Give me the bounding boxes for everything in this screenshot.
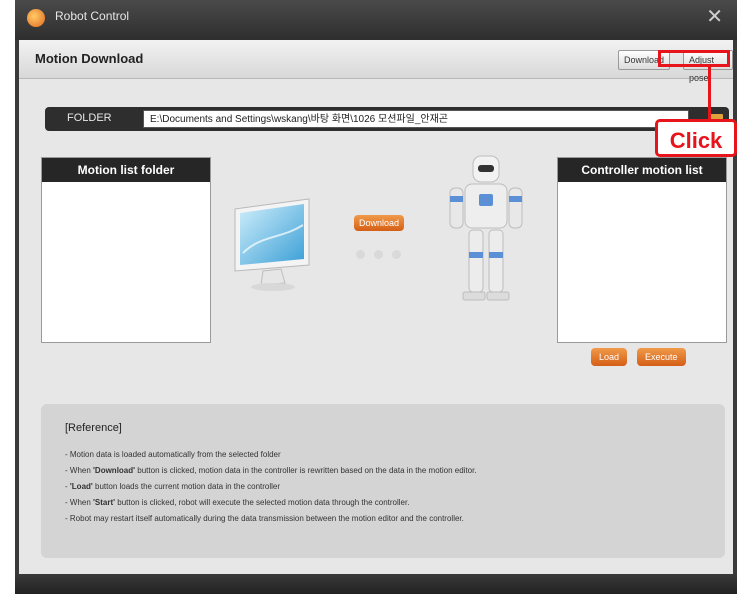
center-download-button[interactable]: Download bbox=[354, 215, 405, 231]
window-title: Robot Control bbox=[55, 9, 130, 23]
reference-title: [Reference] bbox=[65, 422, 122, 434]
app-logo-icon bbox=[27, 9, 45, 27]
folder-path-field[interactable]: E:\Documents and Settings\wskang\바탕 화면\1… bbox=[143, 110, 689, 128]
title-bar[interactable]: Robot Control ✕ bbox=[15, 0, 737, 40]
click-highlight-box bbox=[658, 50, 730, 67]
reference-line: - 'Load' button loads the current motion… bbox=[65, 482, 281, 491]
reference-line: - When 'Download' button is clicked, mot… bbox=[65, 466, 477, 475]
load-button[interactable]: Load bbox=[591, 348, 628, 366]
execute-button[interactable]: Execute bbox=[637, 348, 686, 366]
click-callout-label: Click bbox=[655, 119, 737, 157]
page-title: Motion Download bbox=[35, 51, 144, 66]
reference-list: - Motion data is loaded automatically fr… bbox=[65, 447, 477, 527]
motion-list-folder-title: Motion list folder bbox=[42, 158, 210, 182]
computer-monitor-icon bbox=[234, 198, 310, 291]
controller-motion-list-panel[interactable]: Controller motion list bbox=[557, 157, 727, 343]
folder-label: FOLDER bbox=[67, 112, 112, 124]
bottom-status-bar bbox=[15, 574, 737, 594]
progress-dot-2 bbox=[374, 250, 383, 259]
controller-motion-list-title: Controller motion list bbox=[558, 158, 726, 182]
reference-line: - Motion data is loaded automatically fr… bbox=[65, 450, 281, 459]
progress-dot-3 bbox=[392, 250, 401, 259]
humanoid-robot-icon bbox=[449, 155, 523, 301]
reference-line: - Robot may restart itself automatically… bbox=[65, 514, 464, 523]
close-icon[interactable]: ✕ bbox=[706, 4, 723, 28]
main-content: Motion Download Download Adjust pose FOL… bbox=[19, 40, 733, 574]
callout-connector-line bbox=[708, 67, 711, 121]
motion-list-folder-panel[interactable]: Motion list folder bbox=[41, 157, 211, 343]
app-window: Robot Control ✕ Motion Download Download… bbox=[15, 0, 737, 594]
reference-box: [Reference] - Motion data is loaded auto… bbox=[41, 404, 725, 558]
page-header: Motion Download Download Adjust pose bbox=[19, 40, 733, 83]
reference-line: - When 'Start' button is clicked, robot … bbox=[65, 498, 410, 507]
progress-dot-1 bbox=[356, 250, 365, 259]
folder-bar: FOLDER E:\Documents and Settings\wskang\… bbox=[45, 107, 729, 131]
